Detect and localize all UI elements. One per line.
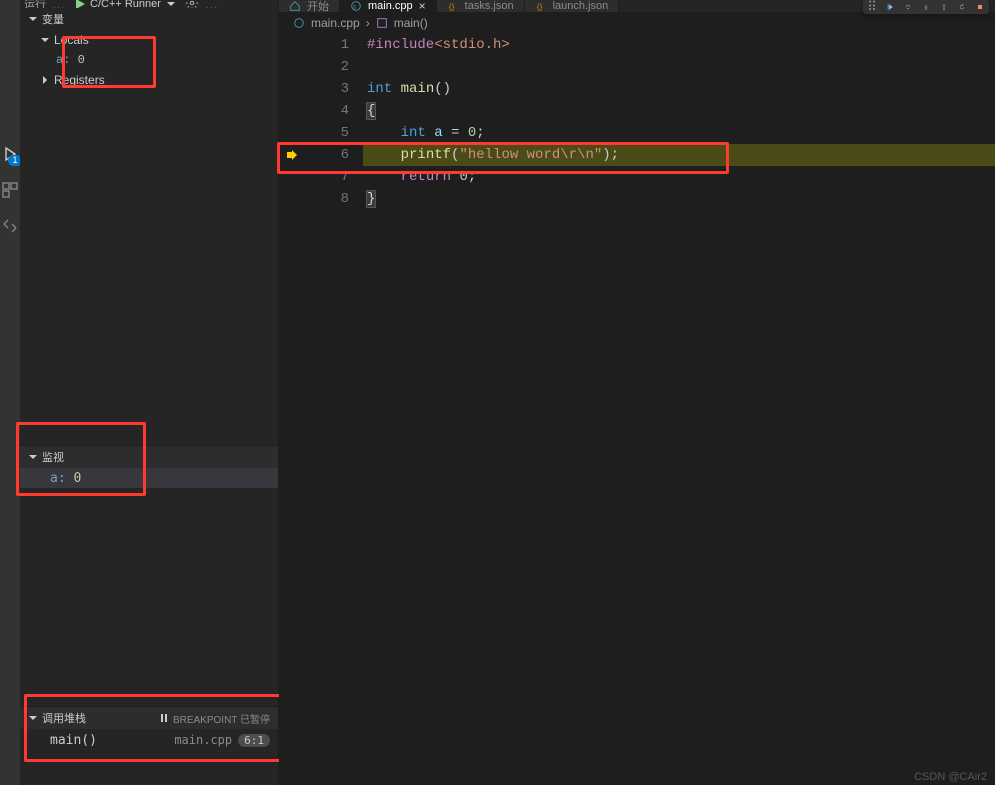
callstack-frame[interactable]: main() main.cpp 6:1 (20, 729, 278, 751)
tab-label: launch.json (553, 0, 609, 12)
step-into-icon[interactable] (923, 4, 929, 10)
registers-node[interactable]: Registers (20, 70, 278, 90)
watch-name: a: (50, 471, 66, 486)
debug-config-bar: 运行 … C/C++ Runner … (20, 0, 278, 8)
activity-bar: 1 (0, 0, 20, 785)
frame-file: main.cpp (174, 733, 232, 747)
chevron-right-icon (38, 73, 52, 87)
debug-config-select[interactable]: C/C++ Runner (74, 0, 177, 8)
chevron-down-icon (26, 711, 40, 725)
frame-name: main() (50, 733, 97, 748)
variable-a[interactable]: a: 0 (20, 50, 278, 70)
drag-handle-icon[interactable]: ⠿ (869, 4, 875, 10)
chevron-down-icon (26, 12, 40, 26)
line-gutter: 1 2 3 4 5 6 7 8 (279, 34, 363, 785)
debug-toolbar: ⠿ (863, 0, 989, 14)
callstack-header[interactable]: 调用堆栈 BREAKPOINT 已暂停 (20, 707, 278, 729)
remote-icon[interactable] (2, 218, 18, 234)
debug-sidebar: 运行 … C/C++ Runner … 变量 Locals a: 0 (20, 0, 279, 785)
watch-header[interactable]: 监视 (20, 446, 278, 468)
svg-text:{}: {} (536, 1, 542, 11)
chevron-right-icon: › (366, 16, 370, 30)
locals-node[interactable]: Locals (20, 30, 278, 50)
gear-icon[interactable] (185, 0, 199, 8)
tab-label: main.cpp (368, 0, 413, 12)
watch-title: 监视 (42, 449, 64, 465)
svg-text:{}: {} (448, 1, 454, 11)
overflow-icon[interactable]: … (205, 0, 219, 8)
stop-icon[interactable] (977, 4, 983, 10)
editor-area: 开始 c main.cpp × {} tasks.json {} launch.… (279, 0, 995, 785)
breadcrumb-file: main.cpp (311, 16, 360, 30)
step-out-icon[interactable] (941, 4, 947, 10)
variables-header[interactable]: 变量 (20, 8, 278, 30)
watermark: CSDN @CAir2 (914, 771, 987, 783)
extensions-icon[interactable] (2, 182, 18, 198)
step-over-icon[interactable] (905, 4, 911, 10)
run-label: 运行 (24, 0, 46, 8)
variable-name: a: (56, 53, 70, 67)
watch-expression[interactable]: a: 0 (20, 468, 278, 488)
watch-value: 0 (73, 471, 81, 486)
config-label: C/C++ Runner (90, 0, 161, 8)
chevron-down-icon (38, 33, 52, 47)
tab-label: tasks.json (465, 0, 514, 12)
variables-title: 变量 (42, 11, 64, 27)
close-icon[interactable]: × (419, 0, 426, 12)
execution-pointer-icon (285, 144, 299, 166)
chevron-down-icon (26, 450, 40, 464)
run-debug-icon[interactable]: 1 (2, 146, 18, 162)
continue-icon[interactable] (887, 4, 893, 10)
frame-position: 6:1 (238, 734, 270, 747)
code-body[interactable]: #include<stdio.h> int main() { int a = 0… (363, 34, 995, 785)
tab-label: 开始 (307, 0, 329, 12)
tab-tasks-json[interactable]: {} tasks.json (437, 0, 525, 12)
code-editor[interactable]: 1 2 3 4 5 6 7 8 #include<stdio.h> int ma… (279, 34, 995, 785)
watch-section: 监视 a: 0 (20, 445, 278, 706)
callstack-title: 调用堆栈 (42, 710, 86, 726)
locals-label: Locals (54, 33, 89, 47)
more-icon[interactable]: … (52, 0, 66, 8)
registers-label: Registers (54, 73, 105, 87)
variables-section: 变量 Locals a: 0 Registers (20, 8, 278, 90)
svg-text:c: c (353, 5, 356, 11)
variable-value: 0 (78, 53, 85, 67)
current-execution-line: printf("hellow word\r\n"); (363, 144, 995, 166)
tab-welcome[interactable]: 开始 (279, 0, 340, 12)
breadcrumb-symbol: main() (394, 16, 428, 30)
callstack-section: 调用堆栈 BREAKPOINT 已暂停 main() main.cpp 6:1 (20, 706, 278, 785)
paused-indicator: BREAKPOINT 已暂停 (159, 711, 270, 726)
tab-launch-json[interactable]: {} launch.json (525, 0, 620, 12)
restart-icon[interactable] (959, 4, 965, 10)
breadcrumb[interactable]: main.cpp › main() (279, 12, 995, 34)
tab-main-cpp[interactable]: c main.cpp × (340, 0, 437, 12)
